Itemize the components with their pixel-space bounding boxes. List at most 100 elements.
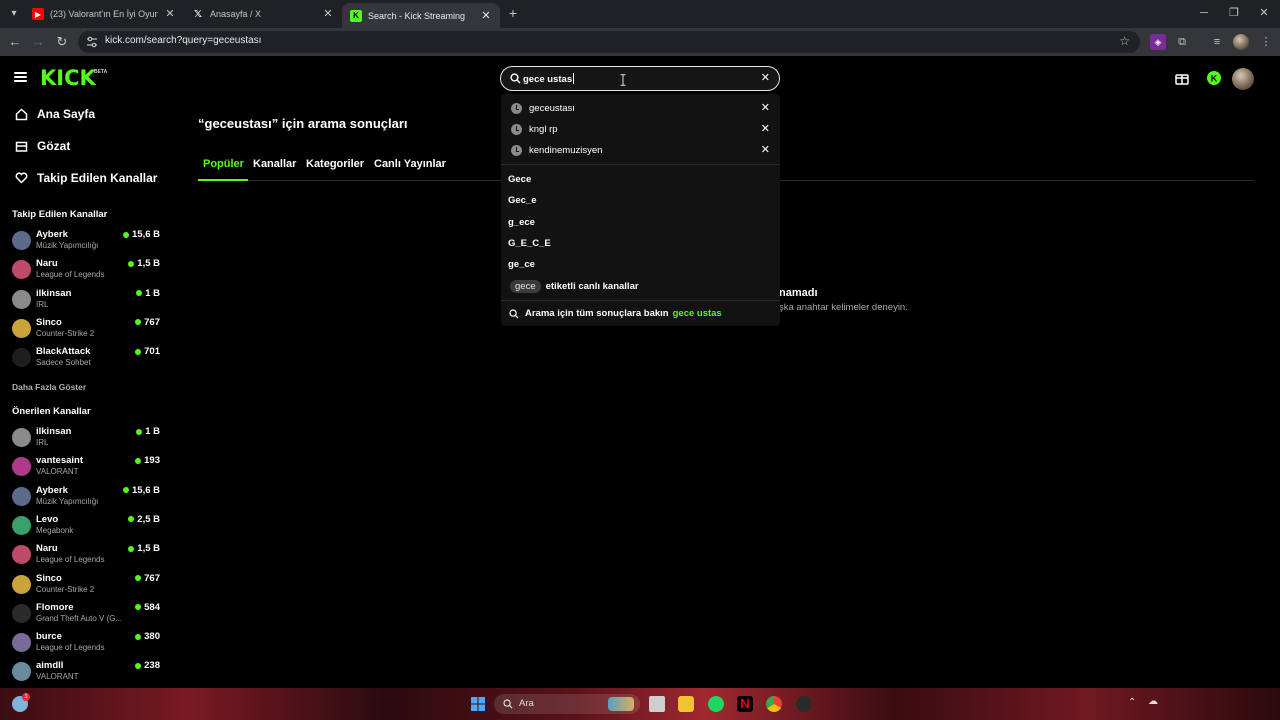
restore-icon[interactable]: ❐ (1224, 4, 1244, 22)
suggestion-item[interactable]: Gece (508, 174, 531, 185)
channel-item[interactable]: Ayberk Müzik Yapımcılığı 15,6 B (12, 229, 160, 255)
viewer-count: 380 (135, 631, 160, 642)
windows-start-icon[interactable] (470, 696, 486, 712)
tab-search-chevron-icon[interactable]: ▾ (6, 6, 22, 22)
media-queue-icon[interactable]: ≡ (1209, 34, 1225, 50)
viewer-count: 2,5 B (128, 514, 160, 525)
browser-tab-kick[interactable]: K Search - Kick Streaming ✕ (342, 3, 500, 28)
nav-browse[interactable]: Gözat (14, 136, 70, 156)
tab-close-icon[interactable]: ✕ (322, 8, 334, 20)
channel-item[interactable]: ilkinsan IRL 1 B (12, 288, 160, 314)
nav-following[interactable]: Takip Edilen Kanallar (14, 168, 157, 188)
chrome-icon[interactable] (766, 696, 782, 712)
nav-home[interactable]: Ana Sayfa (14, 104, 95, 124)
channel-item[interactable]: Flomore Grand Theft Auto V (G... 584 (12, 602, 160, 628)
site-settings-icon[interactable] (86, 36, 98, 48)
channel-item[interactable]: Ayberk Müzik Yapımcılığı 15,6 B (12, 485, 160, 511)
recent-search-item[interactable]: kendinemuzisyen ✕ (501, 141, 780, 161)
svg-text:K: K (1211, 74, 1218, 84)
channel-avatar (12, 457, 31, 477)
sidebar: Ana Sayfa Gözat Takip Edilen Kanallar Ta… (0, 100, 170, 688)
network-icon[interactable]: ☁ (1148, 696, 1162, 710)
channel-item[interactable]: Sinco Counter-Strike 2 767 (12, 573, 160, 599)
channel-item[interactable]: Naru League of Legends 1,5 B (12, 543, 160, 569)
channel-avatar (12, 545, 31, 565)
app-icon[interactable] (796, 696, 812, 712)
tab-live-streams[interactable]: Canlı Yayınlar (374, 158, 446, 170)
tab-close-icon[interactable]: ✕ (164, 8, 176, 20)
channel-name: Naru (36, 543, 58, 555)
new-tab-plus-icon[interactable]: + (505, 5, 521, 21)
suggestion-item[interactable]: g_ece (508, 217, 535, 228)
channel-item[interactable]: Sinco Counter-Strike 2 767 (12, 317, 160, 343)
spotify-icon[interactable] (708, 696, 724, 712)
channel-category: Sadece Sohbet (36, 358, 91, 368)
viewer-count-value: 1 B (145, 287, 160, 299)
task-view-icon[interactable] (649, 696, 665, 712)
kick-logo[interactable]: KICK (40, 67, 96, 89)
browser-tab-x[interactable]: 𝕏 Anasayfa / X ✕ (184, 3, 342, 25)
tray-chevron-up-icon[interactable]: ⌃ (1128, 697, 1136, 708)
channel-avatar (12, 515, 31, 535)
kick-coin-icon[interactable]: K (1206, 70, 1222, 86)
viewer-count-value: 238 (144, 660, 160, 672)
show-more-link[interactable]: Daha Fazla Göster (12, 382, 86, 392)
back-arrow-icon[interactable]: ← (6, 33, 24, 51)
extensions-puzzle-icon[interactable]: ⧉ (1174, 34, 1190, 50)
search-input[interactable]: gece ustas ✕ (500, 66, 780, 91)
search-icon (509, 308, 519, 319)
tab-close-icon[interactable]: ✕ (480, 10, 492, 22)
channel-item[interactable]: aimdll VALORANT 238 (12, 660, 160, 686)
forward-arrow-icon[interactable]: → (29, 33, 47, 51)
clear-search-icon[interactable]: ✕ (761, 71, 770, 84)
tab-categories[interactable]: Kategoriler (306, 158, 364, 170)
gift-icon[interactable] (1174, 70, 1190, 86)
suggestion-item[interactable]: G_E_C_E (508, 238, 551, 249)
channel-item[interactable]: Levo Megabonk 2,5 B (12, 514, 160, 540)
tab-channels[interactable]: Kanallar (253, 158, 296, 170)
remove-recent-icon[interactable]: ✕ (761, 143, 770, 156)
tag-suggestion[interactable]: gece etiketli canlı kanallar (510, 279, 639, 294)
live-dot-icon (136, 428, 143, 435)
window-close-icon[interactable]: ✕ (1254, 4, 1274, 22)
channel-item[interactable]: Naru League of Legends 1,5 B (12, 258, 160, 284)
channel-name: ilkinsan (36, 426, 72, 437)
channel-name: Ayberk (36, 229, 68, 240)
viewer-count-value: 701 (144, 346, 160, 358)
channel-item[interactable]: BlackAttack Sadece Sohbet 701 (12, 346, 160, 372)
taskbar-search[interactable]: Ara (494, 694, 640, 714)
url-text: kick.com/search?query=geceustası (105, 35, 262, 46)
channel-item[interactable]: ilkinsan IRL 1 B (12, 426, 160, 452)
user-avatar[interactable] (1232, 68, 1254, 90)
extension-icon[interactable]: ◈ (1150, 34, 1166, 50)
recent-search-item[interactable]: kngl rp ✕ (501, 120, 780, 140)
recent-search-text: geceustası (529, 103, 575, 114)
hamburger-menu-icon[interactable] (14, 72, 27, 82)
remove-recent-icon[interactable]: ✕ (761, 122, 770, 135)
see-all-results-link[interactable]: Arama için tüm sonuçlara bakın gece usta… (509, 308, 722, 319)
live-dot-icon (135, 319, 142, 326)
channel-avatar (12, 603, 31, 623)
minimize-icon[interactable]: ─ (1194, 4, 1214, 22)
file-explorer-icon[interactable] (678, 696, 694, 712)
kebab-menu-icon[interactable]: ⋮ (1258, 34, 1274, 50)
channel-item[interactable]: burce League of Legends 380 (12, 631, 160, 657)
profile-avatar-icon[interactable] (1233, 34, 1249, 50)
viewer-count-value: 1,5 B (137, 258, 160, 270)
remove-recent-icon[interactable]: ✕ (761, 101, 770, 114)
browser-tab-youtube[interactable]: ▶ (23) Valorant'ın En İyi Oyuncusu ✕ (24, 3, 184, 25)
suggestion-item[interactable]: ge_ce (508, 259, 535, 270)
channel-item[interactable]: vantesaint VALORANT 193 (12, 455, 160, 481)
bookmark-star-icon[interactable]: ☆ (1119, 34, 1130, 48)
reload-icon[interactable]: ↻ (53, 33, 71, 51)
address-bar[interactable]: kick.com/search?query=geceustası ☆ (78, 31, 1140, 53)
channel-name: Ayberk (36, 484, 68, 496)
channel-name: Sinco (36, 572, 62, 584)
suggestion-item[interactable]: Gec_e (508, 195, 537, 206)
netflix-icon[interactable]: N (737, 696, 753, 712)
channel-category: VALORANT (36, 467, 79, 477)
channel-avatar (12, 260, 31, 280)
tab-popular[interactable]: Popüler (203, 158, 244, 170)
channel-name: ilkinsan (36, 287, 72, 299)
recent-search-item[interactable]: geceustası ✕ (501, 99, 780, 119)
